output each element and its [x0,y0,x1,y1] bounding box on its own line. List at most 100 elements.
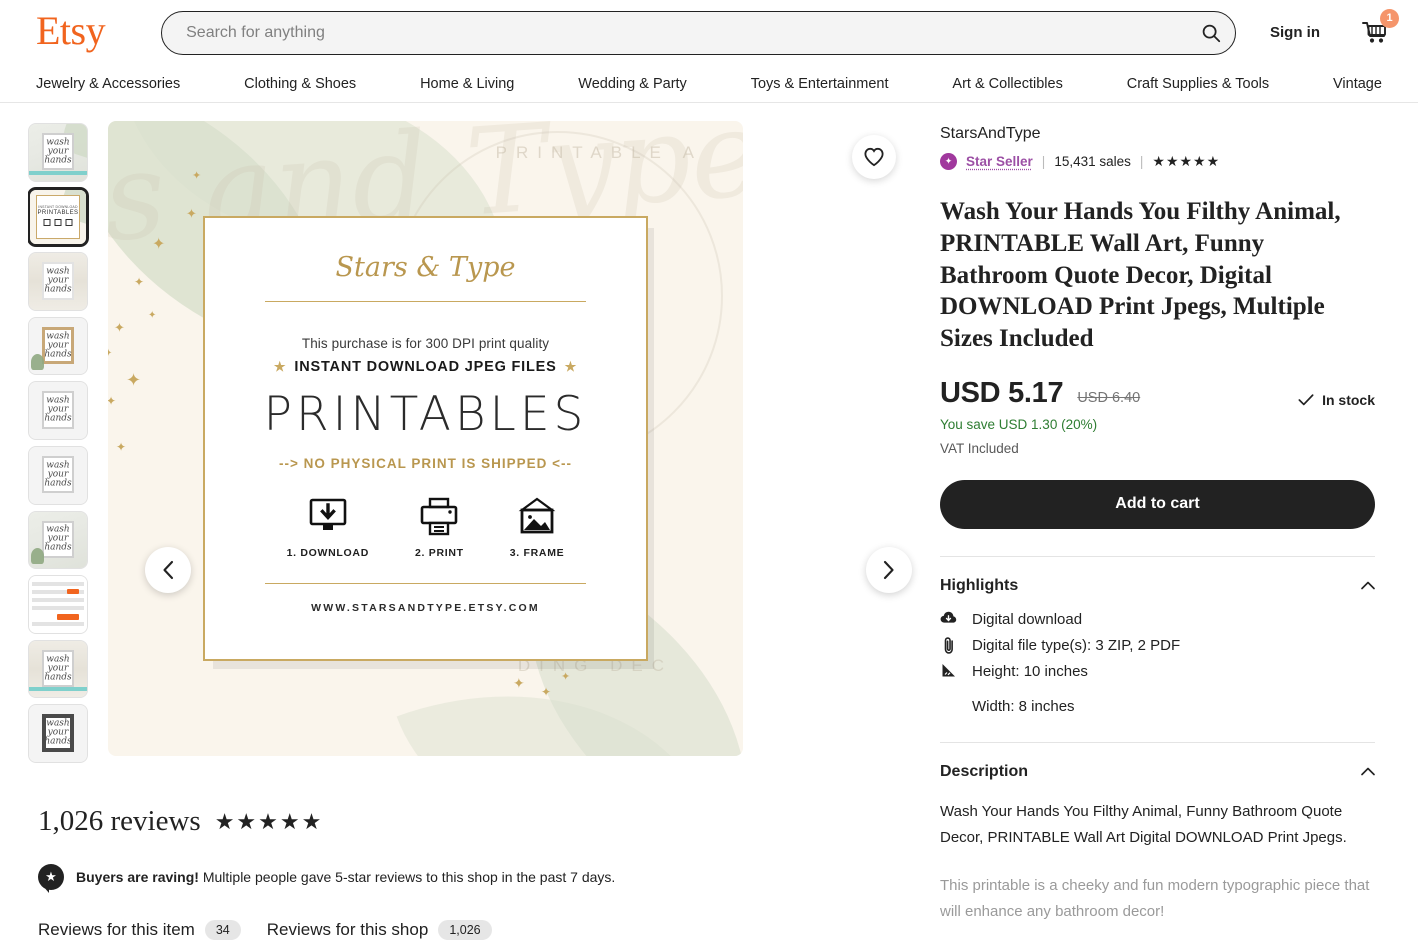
highlights-title: Highlights [940,576,1019,594]
card-dpi-text: This purchase is for 300 DPI print quali… [301,336,550,351]
thumbnail-3[interactable]: wash your hands [28,316,88,376]
main-product-image[interactable]: PRINTABLE A DING DEC Stars and Type ✦ ✦ … [108,121,743,756]
add-to-cart-button[interactable]: Add to cart [940,479,1375,529]
cloud-download-icon [940,611,957,624]
gold-star-icon-right: ★ [564,359,578,374]
highlight-digital-download-text: Digital download [972,610,1083,628]
thumbnail-4[interactable]: wash your hands [28,381,88,441]
highlights-section-header[interactable]: Highlights [940,577,1375,595]
thumbnail-strip[interactable]: wash your hands INSTANT DOWNLOAD PRINTABLE… [28,123,92,763]
raving-bold-text: Buyers are raving! [76,869,199,885]
card-brand-name: Stars & Type [335,252,516,283]
description-paragraph-1: Wash Your Hands You Filthy Animal, Funny… [940,802,1347,846]
original-price: USD 6.40 [1077,389,1141,406]
shop-star-rating[interactable]: ★★★★★ [1152,153,1220,170]
current-price: USD 5.17 [940,376,1064,409]
thumbnail-8[interactable]: wash your hands [28,639,88,699]
download-monitor-icon [309,498,347,530]
gallery-column: wash your hands INSTANT DOWNLOAD PRINTABLE… [28,121,918,949]
step-frame-label: 3. FRAME [509,547,565,559]
highlight-height-text: Height: 10 inches [972,662,1088,680]
thumbnail-2[interactable]: wash your hands [28,252,88,311]
nav-item-clothing-shoes[interactable]: Clothing & Shoes [244,76,356,92]
reviews-star-rating: ★★★★★ [214,808,324,834]
card-instant-text: INSTANT DOWNLOAD JPEG FILES [294,359,557,375]
thumbnail-1-selected[interactable]: INSTANT DOWNLOAD PRINTABLES [28,187,88,247]
in-stock-label: In stock [1322,391,1375,408]
etsy-logo[interactable]: Etsy [36,10,106,55]
seller-meta-row: ✦ Star Seller | 15,431 sales | ★★★★★ [940,153,1375,170]
favorite-button[interactable] [852,135,896,179]
gallery-next-button[interactable] [866,547,912,593]
card-instant-download-line: ★ INSTANT DOWNLOAD JPEG FILES ★ [274,359,577,375]
product-title: Wash Your Hands You Filthy Animal, PRINT… [940,198,1341,352]
nav-item-wedding-party[interactable]: Wedding & Party [578,76,687,92]
chevron-up-icon-description[interactable] [1361,767,1375,776]
category-nav: Jewelry & Accessories Clothing & Shoes H… [0,65,1418,103]
step-print: 2. PRINT [415,497,464,559]
tab-item-count: 34 [204,920,241,940]
card-divider-bottom [265,583,586,584]
tab-reviews-for-this-item[interactable]: Reviews for this item 34 [38,920,241,949]
heart-icon [864,147,884,167]
gold-star-icon-left: ★ [273,359,287,374]
cart-count-badge: 1 [1380,8,1399,28]
meta-separator-1: | [1041,154,1046,169]
vat-text: VAT Included [940,440,1019,456]
thumbnail-9[interactable]: wash your hands [28,704,88,763]
step-print-label: 2. PRINT [414,547,464,559]
card-no-physical-print: --> NO PHYSICAL PRINT IS SHIPPED <-- [278,456,573,471]
nav-item-toys-entertainment[interactable]: Toys & Entertainment [751,76,889,92]
thumbnail-7[interactable] [28,575,88,634]
meta-separator-2: | [1139,154,1144,169]
step-frame: 3. FRAME [510,497,565,559]
description-section-header[interactable]: Description [940,763,1375,781]
description-title: Description [940,762,1029,780]
framed-picture-icon [518,497,556,534]
printable-info-card: Stars & Type This purchase is for 300 DP… [203,216,648,661]
in-stock-status: In stock [1298,392,1375,408]
reviews-tabs: Reviews for this item 34 Reviews for thi… [38,920,918,949]
chevron-up-icon-highlights[interactable] [1361,581,1375,590]
buyers-raving-banner: ★ Buyers are raving! Multiple people gav… [38,864,918,893]
tab-shop-label: Reviews for this shop [266,920,429,939]
search-input[interactable] [161,10,1236,55]
thumbnail-5[interactable]: wash your hands [28,446,88,505]
star-seller-label[interactable]: Star Seller [966,154,1033,169]
sign-in-button[interactable]: Sign in [1260,16,1330,49]
tab-reviews-for-this-shop[interactable]: Reviews for this shop 1,026 [267,920,492,949]
paperclip-icon [940,636,957,654]
gallery-prev-button[interactable] [145,547,191,593]
card-divider-top [265,301,586,302]
product-gallery: wash your hands INSTANT DOWNLOAD PRINTABLE… [28,121,918,763]
nav-item-home-living[interactable]: Home & Living [420,76,514,92]
tab-item-label: Reviews for this item [38,920,195,939]
star-seller-badge-icon: ✦ [940,153,957,170]
site-header: Etsy Sign in 1 [0,0,1418,65]
highlight-height: Height: 10 inches [940,663,1375,680]
sales-count: 15,431 sales [1054,154,1131,169]
nav-item-jewelry-accessories[interactable]: Jewelry & Accessories [36,76,180,92]
search-container [161,10,1236,55]
page-main: wash your hands INSTANT DOWNLOAD PRINTABLE… [0,103,1418,949]
search-icon [1202,24,1221,42]
thumbnail-0[interactable]: wash your hands [28,123,88,182]
chevron-left-icon [163,560,174,580]
card-printables-heading: PRINTABLES [263,387,588,442]
tab-shop-count: 1,026 [438,920,492,940]
step-download: 1. DOWNLOAD [287,497,369,559]
description-paragraph-2: This printable is a cheeky and fun moder… [940,876,1370,920]
highlight-file-types-text: Digital file type(s): 3 ZIP, 2 PDF [972,636,1181,654]
nav-item-art-collectibles[interactable]: Art & Collectibles [952,76,1062,92]
ruler-icon [940,663,957,678]
section-divider-2 [940,741,1375,743]
cart-button[interactable]: 1 [1360,8,1399,46]
nav-item-vintage[interactable]: Vintage [1333,76,1382,92]
card-shop-url: WWW.STARSANDTYPE.ETSY.COM [311,602,540,614]
chevron-right-icon [883,560,894,580]
nav-item-craft-supplies-tools[interactable]: Craft Supplies & Tools [1127,76,1269,92]
search-button[interactable] [1194,16,1228,50]
thumbnail-6[interactable]: wash your hands [28,510,88,570]
price-row: USD 5.17 USD 6.40 In stock [940,377,1375,410]
shop-name[interactable]: StarsAndType [940,125,1375,143]
